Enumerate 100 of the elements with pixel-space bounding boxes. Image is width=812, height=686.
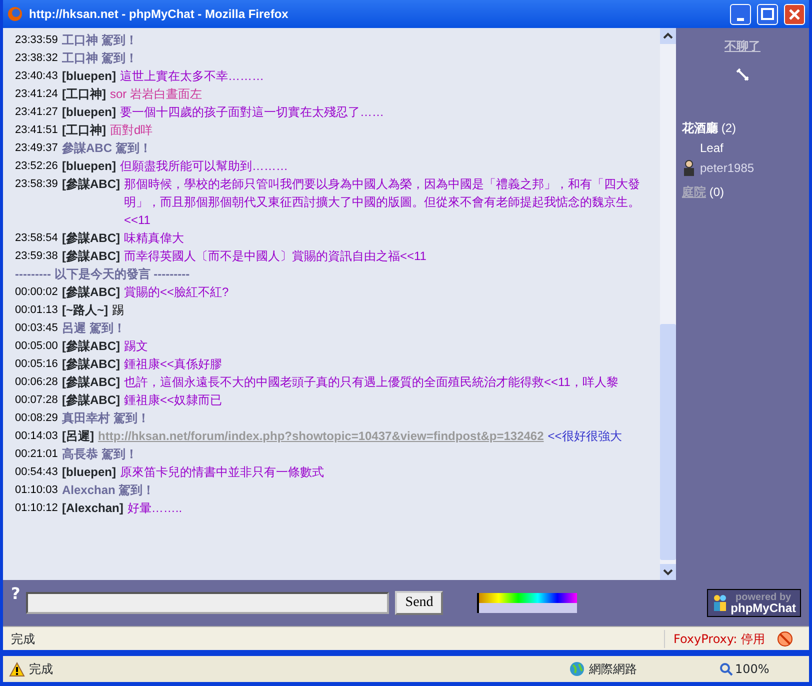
join-notice: Alexchan 駕到！ — [62, 482, 155, 499]
day-divider: --------- 以下是今天的發言 --------- — [15, 266, 191, 283]
message-time: 01:10:03 — [15, 483, 59, 498]
user-name[interactable]: peter1985 — [700, 158, 754, 178]
message-time: 23:52:26 — [15, 159, 59, 174]
quit-link[interactable]: 不聊了 — [682, 36, 803, 56]
message-time: 23:58:54 — [15, 231, 59, 246]
message-time: 00:05:00 — [15, 339, 59, 354]
message-time: 23:58:39 — [15, 177, 59, 192]
message-time: 23:41:27 — [15, 105, 59, 120]
zoom-icon[interactable] — [719, 662, 733, 676]
user-name[interactable]: Leaf — [700, 138, 724, 158]
message-text: 好暈…….. — [127, 500, 182, 517]
message-text: 這世上實在太多不幸……… — [120, 68, 264, 85]
message-text: <<很好很強大 — [548, 428, 622, 445]
close-button[interactable] — [784, 4, 805, 24]
message-input[interactable] — [26, 592, 390, 614]
message-author: [參謀ABC] — [62, 374, 120, 391]
message-author: [參謀ABC] — [62, 176, 120, 193]
message-text: 但願盡我所能可以幫助到……… — [120, 158, 288, 175]
message-text: 那個時候，學校的老師只管叫我們要以身為中國人為榮，因為中國是「禮義之邦」，和有「四大發明」，而且那個那個朝代又東征西討擴大了中國的版圖。但從來不會有老師提起我惦念的魏京生。 <<11 — [124, 176, 641, 229]
message-author: [參謀ABC] — [62, 284, 120, 301]
message-text: 也許，這個永遠長不大的中國老頭子真的只有遇上優質的全面殖民統治才能得救<<11，咩人黎 — [124, 374, 618, 391]
join-notice: 呂遲 駕到！ — [62, 320, 126, 337]
zoom-level[interactable]: 100% — [735, 660, 770, 678]
scroll-down-icon[interactable] — [660, 564, 676, 580]
message-time: 00:21:01 — [15, 447, 59, 462]
message-time: 23:40:43 — [15, 69, 59, 84]
message-text: 鍾祖康<<真係好膠 — [124, 356, 222, 373]
message-time: 00:06:28 — [15, 375, 59, 390]
message-text: sor 岩岩白晝面左 — [110, 86, 202, 103]
message-author: [參謀ABC] — [62, 230, 120, 247]
message-author: [參謀ABC] — [62, 248, 120, 265]
message-time: 00:54:43 — [15, 465, 59, 480]
status-text: 完成 — [29, 661, 54, 678]
minimize-button[interactable] — [730, 4, 751, 24]
message-text: 踢文 — [124, 338, 148, 355]
message-time: 23:33:59 — [15, 33, 59, 48]
message-time: 00:07:28 — [15, 393, 59, 408]
message-time: 23:49:37 — [15, 141, 59, 156]
message-author: [~路人~] — [62, 302, 108, 319]
message-author: [參謀ABC] — [62, 392, 120, 409]
message-author: [工口神] — [62, 122, 106, 139]
join-notice: 工口神 駕到！ — [62, 50, 138, 67]
message-author: [Alexchan] — [62, 500, 124, 517]
join-notice: 參謀ABC 駕到！ — [62, 140, 152, 157]
message-author: [呂遲] — [62, 428, 94, 445]
message-text: 而幸得英國人〔而不是中國人〕賞賜的資訊自由之福<<11 — [124, 248, 426, 265]
user-count: (2) — [721, 121, 736, 135]
message-time: 23:41:51 — [15, 123, 59, 138]
message-time: 00:14:03 — [15, 429, 59, 444]
message-text: 賞賜的<<臉紅不紅? — [124, 284, 229, 301]
message-text: 味精真偉大 — [124, 230, 184, 247]
logo-text: phpMyChat — [730, 603, 796, 614]
message-time: 01:10:12 — [15, 501, 59, 516]
message-time: 00:01:13 — [15, 303, 59, 318]
proxy-status[interactable]: FoxyProxy: 停用 — [664, 630, 773, 648]
join-notice: 高長恭 駕到！ — [62, 446, 138, 463]
join-notice: 真田幸村 駕到！ — [62, 410, 150, 427]
message-author: [工口神] — [62, 86, 106, 103]
message-time: 00:08:29 — [15, 411, 59, 426]
minimize-icon — [737, 18, 744, 21]
help-icon[interactable]: ? — [11, 582, 20, 606]
message-text: 要一個十四歲的孩子面對這一切實在太殘忍了…… — [120, 104, 384, 121]
proxy-icon[interactable] — [777, 630, 793, 646]
message-author: [bluepen] — [62, 464, 116, 481]
message-time: 00:00:02 — [15, 285, 59, 300]
people-icon — [712, 594, 728, 612]
scrollbar[interactable] — [660, 28, 676, 580]
message-time: 23:59:38 — [15, 249, 59, 264]
globe-icon — [569, 661, 585, 677]
send-button[interactable]: Send — [395, 591, 444, 615]
message-text: 踢 — [112, 302, 124, 319]
status-text: 完成 — [10, 630, 36, 648]
warning-icon — [9, 662, 25, 676]
user-count: (0) — [709, 185, 724, 199]
zone-text: 網際網路 — [589, 661, 638, 678]
message-author: [bluepen] — [62, 104, 116, 121]
scroll-thumb[interactable] — [660, 324, 676, 560]
message-time: 23:38:32 — [15, 51, 59, 66]
firefox-logo-icon — [7, 6, 23, 22]
message-time: 00:03:45 — [15, 321, 59, 336]
room-name: 花酒廳 — [682, 121, 718, 135]
message-author: [參謀ABC] — [62, 338, 120, 355]
pin-icon[interactable] — [736, 68, 750, 82]
message-author: [參謀ABC] — [62, 356, 120, 373]
logo-caption: powered by — [734, 592, 792, 603]
message-author: [bluepen] — [62, 158, 116, 175]
message-text: 面對d咩 — [110, 122, 153, 139]
message-text: 鍾祖康<<奴隸而已 — [124, 392, 222, 409]
color-palette[interactable] — [477, 593, 578, 613]
message-author: [bluepen] — [62, 68, 116, 85]
message-time: 23:41:24 — [15, 87, 59, 102]
phpmychat-logo[interactable]: powered by phpMyChat — [706, 589, 801, 617]
message-time: 00:05:16 — [15, 357, 59, 372]
maximize-button[interactable] — [757, 4, 778, 24]
join-notice: 工口神 駕到！ — [62, 32, 138, 49]
scroll-up-icon[interactable] — [660, 28, 676, 44]
window-title: http://hksan.net - phpMyChat - Mozilla Firefox — [29, 7, 288, 21]
message-text: 原來笛卡兒的情書中並非只有一條數式 — [120, 464, 324, 481]
